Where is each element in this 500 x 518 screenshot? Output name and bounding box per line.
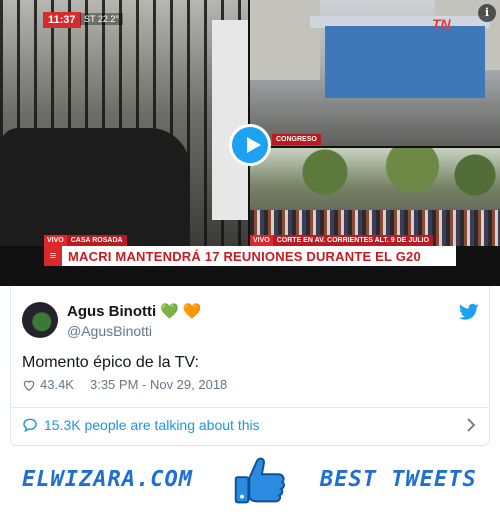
location-tag-congreso: CONGRESO: [272, 134, 321, 145]
headline-bar: ≡ MACRI MANTENDRÁ 17 REUNIONES DURANTE E…: [44, 246, 456, 266]
footer-banner: ELWIZARA.COM BEST TWEETS: [0, 450, 500, 518]
like-count[interactable]: 43.4K: [40, 377, 74, 392]
live-tag-corrientes: VIVO CORTE EN AV. CORRIENTES ALT. 9 DE JU…: [250, 235, 433, 246]
tweet-card[interactable]: Agus Binotti 💚 🧡 @AgusBinotti Momento ép…: [10, 286, 490, 446]
conversation-label: 15.3K people are talking about this: [44, 417, 260, 433]
menu-icon: ≡: [44, 246, 62, 266]
live-label: VIVO: [250, 235, 273, 246]
green-heart-emoji: 💚: [160, 303, 179, 320]
thumbs-up-icon: [234, 457, 285, 504]
headline-text: MACRI MANTENDRÁ 17 REUNIONES DURANTE EL …: [68, 248, 421, 264]
tweet-text: Momento épico de la TV:: [22, 354, 199, 371]
info-icon[interactable]: i: [478, 4, 496, 22]
channel-logo: TN: [432, 16, 451, 32]
divider: [11, 407, 489, 408]
heart-icon[interactable]: [22, 378, 36, 392]
display-name[interactable]: Agus Binotti: [67, 303, 156, 320]
embedded-video[interactable]: 11:37 ST 22.2° TN i VIVO CASA ROSADA CONG…: [0, 0, 500, 286]
play-button[interactable]: [229, 124, 271, 166]
tagline: BEST TWEETS: [320, 467, 477, 492]
building: [250, 0, 320, 80]
car: [0, 128, 190, 246]
van: [212, 20, 248, 220]
author-row: Agus Binotti 💚 🧡: [67, 303, 202, 320]
tweet-timestamp[interactable]: 3:35 PM - Nov 29, 2018: [90, 377, 227, 392]
location-label: CORTE EN AV. CORRIENTES ALT. 9 DE JULIO: [272, 235, 433, 246]
video-panel-congreso: [250, 0, 500, 146]
video-panel-casa-rosada: [0, 0, 248, 246]
twitter-bird-icon[interactable]: [459, 303, 479, 321]
speech-bubble-icon: [23, 418, 37, 432]
location-label: CONGRESO: [272, 134, 321, 145]
temperature-readout: ST 22.2°: [80, 13, 123, 25]
chevron-right-icon[interactable]: [466, 418, 476, 432]
site-name: ELWIZARA.COM: [22, 467, 193, 492]
avatar[interactable]: [22, 302, 58, 338]
user-handle[interactable]: @AgusBinotti: [67, 323, 152, 339]
conversation-link[interactable]: 15.3K people are talking about this: [22, 417, 260, 433]
orange-heart-emoji: 🧡: [182, 303, 202, 320]
stage: [325, 26, 485, 98]
video-panel-corrientes: [250, 148, 500, 246]
tweet-meta: 43.4K 3:35 PM - Nov 29, 2018: [22, 377, 227, 392]
clock-readout: 11:37: [43, 12, 81, 28]
live-label: VIVO: [44, 235, 67, 246]
location-label: CASA ROSADA: [66, 235, 127, 246]
trees: [250, 148, 500, 208]
live-tag-casa-rosada: VIVO CASA ROSADA: [44, 235, 127, 246]
